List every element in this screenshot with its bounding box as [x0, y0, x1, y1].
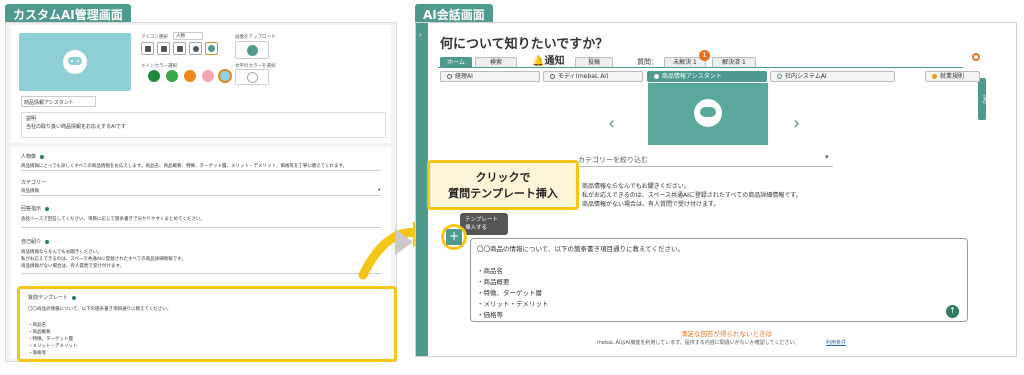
text-color-button[interactable] [235, 69, 269, 85]
unresolved-badge: 1 [699, 50, 710, 61]
icon-option[interactable] [157, 42, 170, 55]
notice-tab[interactable]: 🔔通知 [532, 52, 564, 67]
icon-option[interactable] [189, 42, 202, 55]
category-chevron-icon[interactable]: ▾ [825, 153, 829, 161]
footer-notice: mebaL AIはAI機能を利用しています。提供する内容に間違いがないか確認して… [597, 340, 800, 346]
icon-option[interactable] [173, 42, 186, 55]
color-swatch[interactable] [148, 70, 160, 82]
prev-ai-arrow-icon[interactable]: ‹ [608, 113, 615, 134]
role-label: 人物像 [21, 153, 45, 160]
upload-button[interactable] [235, 41, 269, 59]
bell-icon: 🔔 [532, 56, 545, 67]
next-ai-arrow-icon[interactable]: › [793, 113, 800, 134]
icon-option[interactable] [141, 42, 154, 55]
chat-title: 何について知りたいですか？ [440, 37, 609, 52]
question-label: 質問： [637, 58, 658, 66]
description-value: 当社の取り扱い商品情報をお応えするAIです [26, 124, 126, 130]
robot-icon [63, 50, 87, 74]
upload-label: 画像をアップロード [235, 35, 276, 40]
instruction-value[interactable]: 会話ベースで回答してください。項目に応じて箇条書きで分かりやすくまとめてください… [21, 216, 205, 222]
icon-option-row [141, 42, 231, 58]
color-section-label: メインカラー選択 [141, 64, 177, 69]
template-tooltip: テンプレート 挿入する [460, 213, 508, 235]
ai-tab-keiri[interactable]: 経理AI [440, 71, 540, 82]
description-label: 説明 [26, 116, 37, 122]
intro-label: 自己紹介 [21, 238, 50, 245]
instruction-label: 回答指示 [21, 205, 50, 212]
input-item: ・特徴、ターゲット層 [477, 289, 542, 297]
ai-tab-product[interactable]: 商品情報アシスタント [647, 71, 767, 82]
panel-arrow-icon [395, 229, 413, 255]
template-item[interactable]: ・特徴、ターゲット層 [28, 336, 73, 342]
color-swatch[interactable] [184, 70, 196, 82]
template-label: 質問テンプレート [28, 294, 76, 301]
ai-tab-modi[interactable]: モディ(mebaL AI) [543, 71, 643, 82]
color-swatch[interactable] [202, 70, 214, 82]
template-item[interactable]: ・メリット・デメリット [28, 343, 78, 349]
template-intro[interactable]: 〇〇商品の情報について、以下の箇条書き項目通りに教えてください。 [28, 306, 171, 312]
template-item[interactable]: ・商品名 [28, 322, 46, 328]
input-item: ・商品概要 [477, 278, 510, 286]
settings-gear-icon[interactable] [972, 53, 980, 61]
icon-option-selected[interactable] [205, 42, 218, 55]
terms-link[interactable]: 利用条件 [826, 339, 846, 346]
intro-line[interactable]: 商品情報ならなんでもお聞きください。 [21, 249, 102, 255]
intro-line[interactable]: 私がお応えできるのは、スペース共通AIに登録されたすべての商品詳細情報です。 [21, 256, 186, 262]
ai-intro-line: 私がお応えできるのは、スペース共通AIに登録されたすべての商品詳細情報です。 [582, 192, 802, 199]
role-value[interactable]: 商品情報にとっても詳しくすべての商品情報をお応えします。商品名、商品概要、特徴、… [21, 163, 347, 169]
template-item[interactable]: ・価格等 [28, 350, 46, 356]
category-label: カテゴリー [21, 180, 47, 186]
expand-chevron-icon[interactable]: › [419, 31, 422, 39]
input-item: ・価格等 [477, 311, 503, 319]
ai-avatar-image [648, 83, 768, 145]
category-value[interactable]: 商品情報 [21, 188, 39, 194]
click-callout: クリックで 質問テンプレート挿入 [427, 160, 579, 210]
robot-icon [694, 99, 722, 127]
upload-avatar-icon [247, 45, 258, 56]
template-insert-icon[interactable]: + [446, 229, 462, 245]
footer-warning[interactable]: 満足な回答が得られないときは [681, 328, 772, 338]
faq-tab[interactable]: FAQ [978, 78, 986, 120]
color-swatch[interactable] [166, 70, 178, 82]
avatar-preview [19, 33, 131, 91]
name-field[interactable]: 商品情報アシスタント [21, 96, 96, 107]
category-filter[interactable]: カテゴリーを絞り込む [578, 155, 833, 167]
category-chevron-icon[interactable]: ▾ [378, 188, 380, 193]
admin-panel: アイコン選択 人物 画像をアップロード メインカラー選択 文字のカラーを選択 商… [5, 22, 397, 362]
input-item: ・商品名 [477, 267, 503, 275]
ai-tab-rules[interactable]: 就業規則 [925, 71, 980, 82]
template-highlight: 質問テンプレート 〇〇商品の情報について、以下の箇条書き項目通りに教えてください… [17, 286, 397, 362]
ai-tab-system[interactable]: 社内システムAI [770, 71, 895, 82]
description-box[interactable]: 説明 当社の取り扱い商品情報をお応えするAIです [21, 112, 386, 138]
color-swatch-selected[interactable] [218, 69, 232, 83]
icon-section-label: アイコン選択 [141, 35, 168, 40]
chat-input-box[interactable]: 〇〇商品の情報について、以下の箇条書き項目通りに教えてください。 ・商品名 ・商… [470, 238, 968, 322]
input-intro: 〇〇商品の情報について、以下の箇条書き項目通りに教えてください。 [477, 245, 684, 253]
template-item[interactable]: ・商品概要 [28, 329, 51, 335]
ai-intro-line: 商品情報ならなんでもお聞きください。 [582, 183, 690, 190]
icon-select[interactable]: 人物 [173, 32, 203, 40]
input-item: ・メリット・デメリット [477, 300, 549, 308]
ai-intro-line: 商品情報がない場合は、有人質問で受け付けます。 [582, 201, 720, 208]
intro-line[interactable]: 商品情報がない場合は、有人質問で受け付けます。 [21, 263, 124, 269]
send-button[interactable]: ↑ [946, 305, 959, 318]
admin-top-card: アイコン選択 人物 画像をアップロード メインカラー選択 文字のカラーを選択 商… [11, 25, 391, 143]
